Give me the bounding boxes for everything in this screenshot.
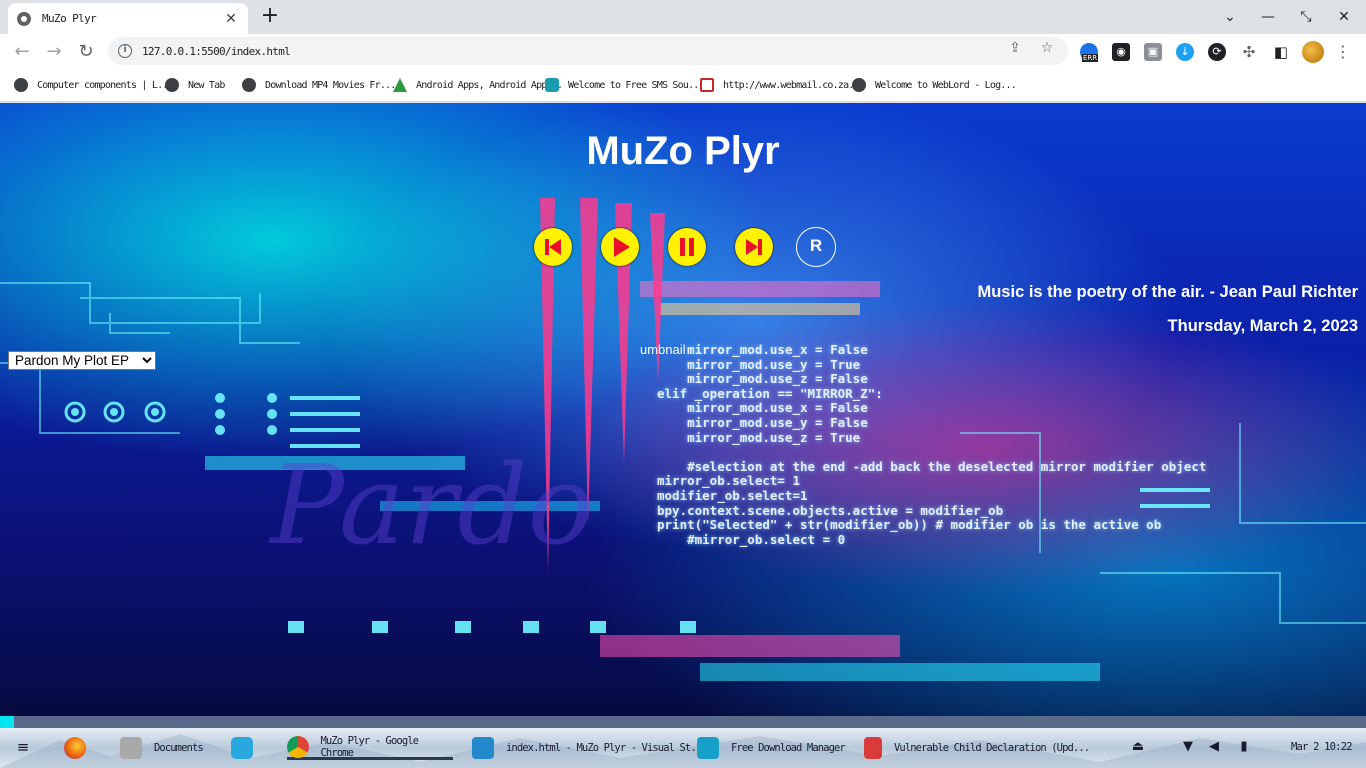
- pause-button[interactable]: [668, 228, 706, 266]
- address-bar[interactable]: i 127.0.0.1:5500/index.html: [108, 37, 1068, 65]
- back-icon[interactable]: ←: [10, 40, 34, 64]
- download-extension-icon[interactable]: ↓: [1176, 43, 1194, 61]
- menu-kebab-icon[interactable]: ⋮: [1334, 43, 1352, 61]
- globe-icon: [852, 78, 866, 92]
- close-tab-icon[interactable]: ✕: [222, 11, 240, 27]
- forward-icon[interactable]: →: [42, 40, 66, 64]
- taskbar-item-label: MuZo Plyr - Google Chrome: [320, 734, 419, 759]
- taskbar-item-label: Free Download Manager: [731, 742, 846, 754]
- restore-icon[interactable]: ⤡: [1295, 6, 1317, 28]
- share-icon[interactable]: ⇪: [1005, 38, 1025, 58]
- taskbar-item-label: index.html - MuZo Plyr - Visual St...: [506, 742, 708, 754]
- bookmark-item[interactable]: http://www.webmail.co.za...: [700, 75, 865, 95]
- window-close-icon[interactable]: ✕: [1333, 6, 1355, 28]
- progress-fill: [0, 716, 14, 728]
- bookmark-label: Computer components | L...: [37, 79, 174, 91]
- url-text[interactable]: 127.0.0.1:5500/index.html: [142, 45, 291, 58]
- battery-icon[interactable]: ▮: [1235, 738, 1253, 756]
- taskbar-item[interactable]: index.html - MuZo Plyr - Visual St...: [472, 736, 708, 760]
- svg-text:Pardo: Pardo: [268, 441, 594, 569]
- tab-title: MuZo Plyr: [42, 12, 97, 25]
- firefox-icon: [64, 737, 86, 759]
- app-launcher-icon[interactable]: ≡: [14, 738, 32, 756]
- taskbar-item-label: Vulnerable Child Declaration (Upd...: [894, 742, 1090, 754]
- android-icon: [393, 78, 407, 92]
- bookmarks-bar: Computer components | L... New Tab Downl…: [0, 68, 1366, 102]
- play-icon: [614, 237, 630, 257]
- chrome-icon: [287, 735, 309, 758]
- bookmark-item[interactable]: New Tab: [165, 75, 225, 95]
- eject-icon[interactable]: ⏏: [1129, 738, 1147, 756]
- extension-err-icon[interactable]: ERR: [1080, 43, 1099, 62]
- minimize-icon[interactable]: —: [1257, 6, 1279, 28]
- messenger-icon: [231, 737, 253, 759]
- taskbar-clock[interactable]: Mar 2 10:22: [1291, 741, 1353, 753]
- code-background-art: mirror_mod.use_x = False mirror_mod.use_…: [657, 342, 1207, 547]
- play-button[interactable]: [601, 228, 639, 266]
- bookmark-item[interactable]: Download MP4 Movies Fr...: [242, 75, 396, 95]
- previous-track-icon: [545, 239, 561, 255]
- globe-icon: [17, 11, 31, 26]
- bookmark-item[interactable]: Android Apps, Android App...: [393, 75, 563, 95]
- extension-badge: ERR: [1082, 54, 1099, 62]
- bookmark-label: Android Apps, Android App...: [416, 79, 563, 91]
- browser-tab-muzo-plyr[interactable]: MuZo Plyr ✕: [8, 3, 248, 34]
- site-info-icon[interactable]: i: [118, 44, 132, 58]
- progress-bar[interactable]: [0, 716, 1366, 728]
- volume-icon[interactable]: ◀: [1205, 738, 1223, 756]
- bookmark-label: http://www.webmail.co.za...: [723, 79, 865, 91]
- taskbar-item[interactable]: Documents: [120, 736, 204, 760]
- browser-toolbar: ← → ↻ i 127.0.0.1:5500/index.html ⇪ ☆ ER…: [0, 34, 1366, 68]
- sms-icon: [545, 78, 559, 92]
- bookmark-item[interactable]: Welcome to WebLord - Log...: [852, 75, 1017, 95]
- taskbar-firefox[interactable]: [64, 736, 98, 760]
- bookmark-label: Welcome to WebLord - Log...: [875, 79, 1017, 91]
- app-title: MuZo Plyr: [586, 129, 780, 173]
- taskbar-item-active[interactable]: MuZo Plyr - Google Chrome: [287, 734, 453, 760]
- previous-track-button[interactable]: [534, 228, 572, 266]
- globe-icon: [14, 78, 28, 92]
- extension-icon-3[interactable]: ▣: [1144, 43, 1162, 61]
- music-player-page: Pardo mirror_mod.use_x = False mirror_mo…: [0, 103, 1366, 728]
- new-tab-button[interactable]: +: [258, 5, 282, 29]
- os-taskbar: ≡ Documents MuZo Plyr - Google Chrome in…: [0, 728, 1366, 768]
- side-panel-icon[interactable]: ◧: [1272, 43, 1290, 61]
- globe-icon: [165, 78, 179, 92]
- bookmark-label: Download MP4 Movies Fr...: [265, 79, 396, 91]
- download-manager-icon: [697, 737, 719, 759]
- next-track-icon: [746, 239, 762, 255]
- bookmark-item[interactable]: Computer components | L...: [14, 75, 174, 95]
- mail-icon: [700, 78, 714, 92]
- folder-icon: [120, 737, 142, 759]
- document-icon: [864, 737, 882, 759]
- current-date: Thursday, March 2, 2023: [1167, 317, 1358, 335]
- extensions-puzzle-icon[interactable]: ✣: [1240, 43, 1258, 61]
- pause-icon: [680, 238, 694, 256]
- globe-icon: [242, 78, 256, 92]
- profile-avatar[interactable]: [1302, 41, 1324, 63]
- thumbnail-alt-text: umbnail: [640, 342, 686, 357]
- taskbar-item[interactable]: Vulnerable Child Declaration (Upd...: [864, 736, 1090, 760]
- bookmark-star-icon[interactable]: ☆: [1037, 38, 1057, 58]
- sync-extension-icon[interactable]: ⟳: [1208, 43, 1226, 61]
- taskbar-item[interactable]: Free Download Manager: [697, 736, 846, 760]
- next-track-button[interactable]: [735, 228, 773, 266]
- tab-strip: MuZo Plyr ✕ + ⌄ — ⤡ ✕: [0, 0, 1366, 34]
- repeat-button[interactable]: R: [796, 227, 836, 267]
- reload-icon[interactable]: ↻: [74, 40, 98, 64]
- tab-search-icon[interactable]: ⌄: [1219, 6, 1241, 28]
- vscode-icon: [472, 737, 494, 759]
- album-select[interactable]: Pardon My Plot EP: [8, 351, 156, 370]
- quote-text: Music is the poetry of the air. - Jean P…: [977, 283, 1358, 301]
- taskbar-item[interactable]: [231, 736, 265, 760]
- wifi-icon[interactable]: ▼: [1179, 738, 1197, 756]
- bookmark-label: Welcome to Free SMS Sou...: [568, 79, 705, 91]
- taskbar-item-label: Documents: [154, 742, 204, 754]
- extension-icon-2[interactable]: ◉: [1112, 43, 1130, 61]
- bookmark-item[interactable]: Welcome to Free SMS Sou...: [545, 75, 705, 95]
- bookmark-label: New Tab: [188, 79, 225, 91]
